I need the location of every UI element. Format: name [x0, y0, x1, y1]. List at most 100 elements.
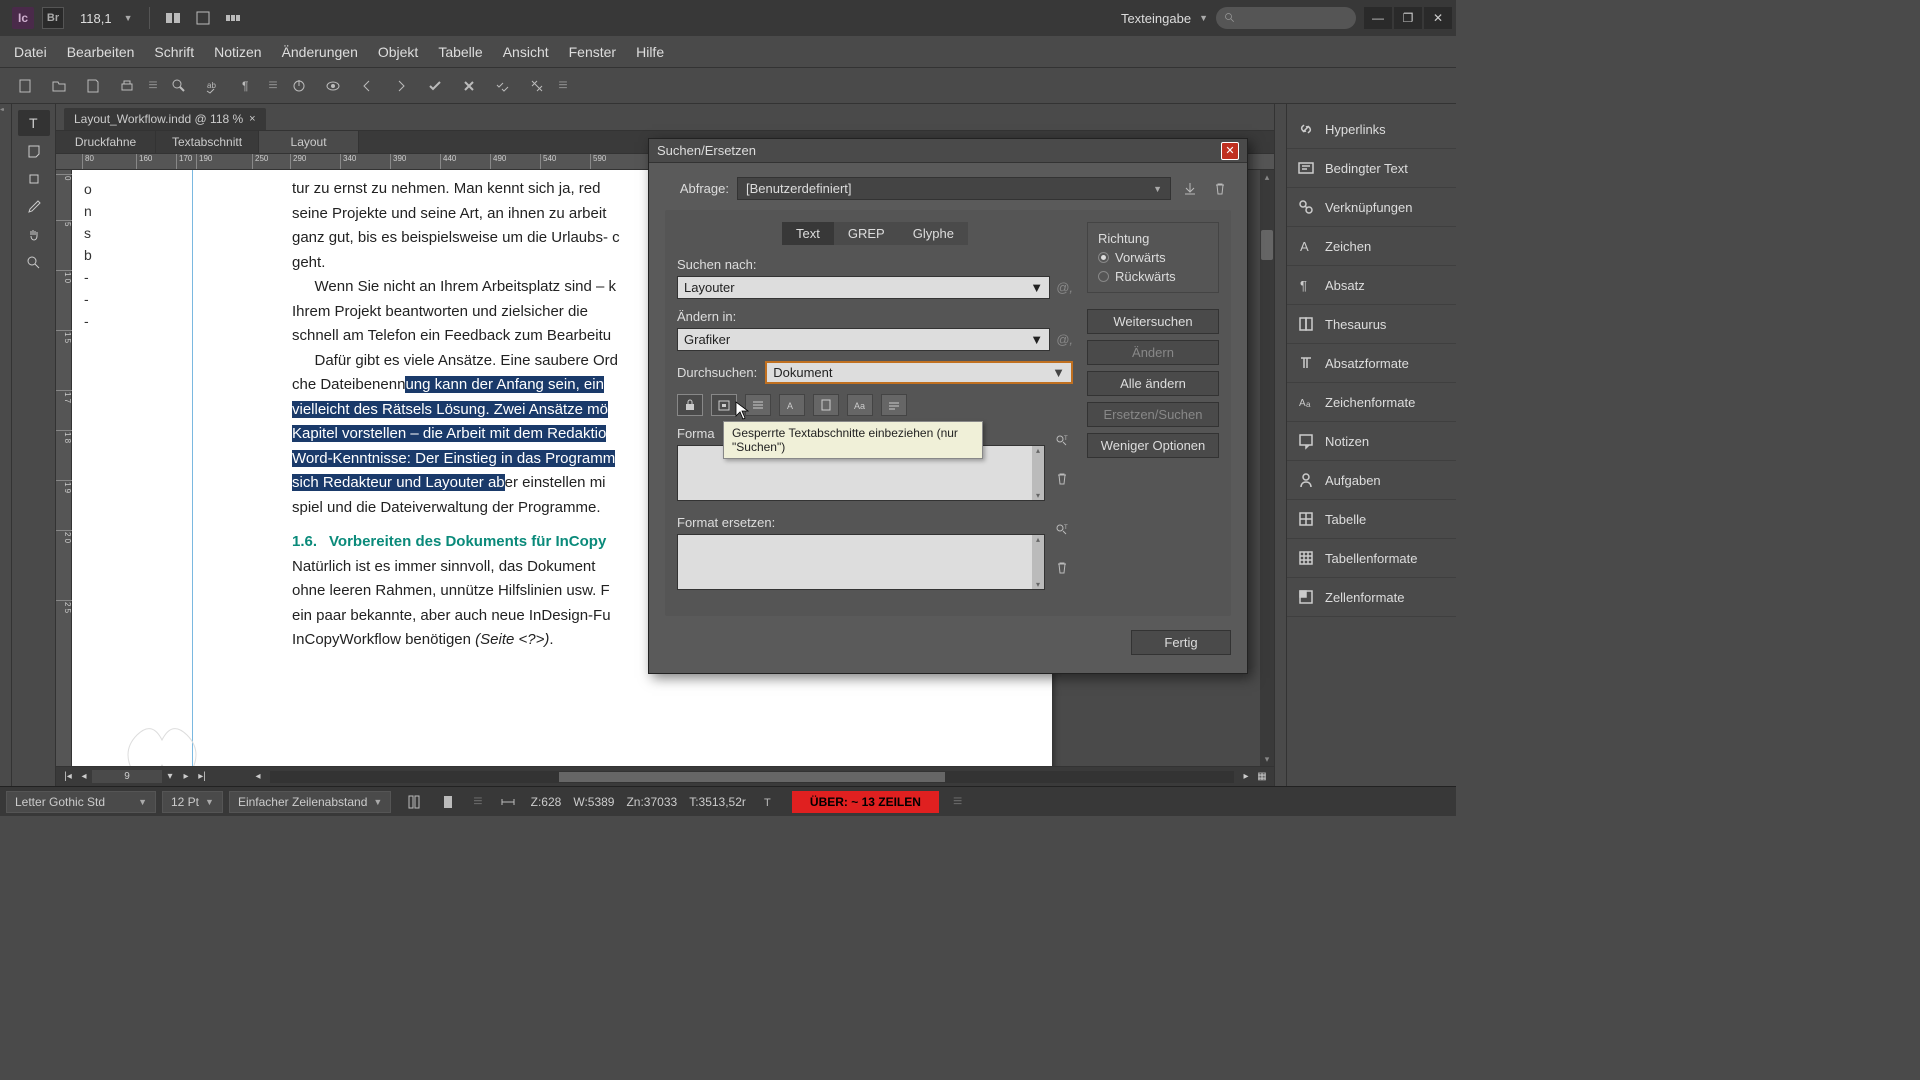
arrange-icon-2[interactable]	[192, 7, 214, 29]
depth-icon[interactable]	[435, 789, 461, 815]
position-tool-icon[interactable]	[18, 166, 50, 192]
menu-notizen[interactable]: Notizen	[204, 38, 271, 66]
save-icon[interactable]	[80, 73, 106, 99]
panel-verknuepfungen[interactable]: Verknüpfungen	[1287, 188, 1456, 227]
last-page-icon[interactable]: ▸|	[194, 771, 210, 782]
reject-all-icon[interactable]	[524, 73, 550, 99]
change-find-button[interactable]: Ersetzen/Suchen	[1087, 402, 1219, 427]
find-icon[interactable]	[166, 73, 192, 99]
prev-page-icon[interactable]: ◂	[76, 771, 92, 782]
h-scrollbar[interactable]	[270, 771, 1234, 783]
menu-bearbeiten[interactable]: Bearbeiten	[57, 38, 145, 66]
panels-collapse[interactable]	[1274, 104, 1286, 786]
hidden-chars-icon[interactable]: ¶	[234, 73, 260, 99]
menu-ansicht[interactable]: Ansicht	[493, 38, 559, 66]
scope-dropdown[interactable]: Dokument▼	[765, 361, 1073, 384]
print-icon[interactable]	[114, 73, 140, 99]
save-query-icon[interactable]	[1179, 178, 1201, 200]
opt-hidden-layers-icon[interactable]	[745, 394, 771, 416]
panel-absatzformate[interactable]: Absatzformate	[1287, 344, 1456, 383]
split-view-icon[interactable]: ▦	[1254, 771, 1270, 782]
specify-find-format-icon[interactable]: T	[1051, 430, 1073, 452]
close-button[interactable]: ✕	[1424, 7, 1452, 29]
clear-change-format-icon[interactable]	[1051, 557, 1073, 579]
opt-whole-word-icon[interactable]	[881, 394, 907, 416]
menu-schrift[interactable]: Schrift	[144, 38, 204, 66]
document-tab[interactable]: Layout_Workflow.indd @ 118 %×	[64, 108, 266, 130]
dialog-titlebar[interactable]: Suchen/Ersetzen ✕	[649, 139, 1247, 163]
arrange-icon-3[interactable]	[222, 7, 244, 29]
panel-tabellenformate[interactable]: Tabellenformate	[1287, 539, 1456, 578]
zoom-dropdown[interactable]: 118,1▼	[72, 7, 141, 30]
menu-datei[interactable]: Datei	[4, 38, 57, 66]
tab-text[interactable]: Text	[782, 222, 834, 245]
opt-master-pages-icon[interactable]: A	[779, 394, 805, 416]
change-button[interactable]: Ändern	[1087, 340, 1219, 365]
help-search[interactable]	[1216, 7, 1356, 29]
menu-hilfe[interactable]: Hilfe	[626, 38, 674, 66]
column-icon[interactable]	[401, 789, 427, 815]
tab-glyphe[interactable]: Glyphe	[899, 222, 968, 245]
eyedropper-tool-icon[interactable]	[18, 194, 50, 220]
minimize-button[interactable]: —	[1364, 7, 1392, 29]
view-tab-textabschnitt[interactable]: Textabschnitt	[156, 131, 259, 153]
view-tab-layout[interactable]: Layout	[259, 131, 359, 153]
panel-absatz[interactable]: ¶Absatz	[1287, 266, 1456, 305]
spell-icon[interactable]: ab	[200, 73, 226, 99]
next-icon[interactable]	[388, 73, 414, 99]
menu-objekt[interactable]: Objekt	[368, 38, 428, 66]
query-dropdown[interactable]: [Benutzerdefiniert]▼	[737, 177, 1171, 200]
leading-dropdown[interactable]: Einfacher Zeilenabstand▼	[229, 791, 391, 813]
opt-locked-layers-icon[interactable]	[677, 394, 703, 416]
panel-zellenformate[interactable]: Zellenformate	[1287, 578, 1456, 617]
tab-grep[interactable]: GREP	[834, 222, 899, 245]
accept-icon[interactable]	[422, 73, 448, 99]
page-number-field[interactable]: 9	[92, 770, 162, 783]
eye-icon[interactable]	[320, 73, 346, 99]
fit-icon[interactable]: T	[756, 789, 782, 815]
change-input[interactable]: Grafiker▼	[677, 328, 1050, 351]
menu-tabelle[interactable]: Tabelle	[428, 38, 492, 66]
find-next-button[interactable]: Weitersuchen	[1087, 309, 1219, 334]
type-tool-icon[interactable]: T	[18, 110, 50, 136]
specify-change-format-icon[interactable]: T	[1051, 519, 1073, 541]
menu-aenderungen[interactable]: Änderungen	[272, 38, 368, 66]
maximize-button[interactable]: ❐	[1394, 7, 1422, 29]
font-dropdown[interactable]: Letter Gothic Std▼	[6, 791, 156, 813]
open-icon[interactable]	[46, 73, 72, 99]
hand-tool-icon[interactable]	[18, 222, 50, 248]
note-tool-icon[interactable]	[18, 138, 50, 164]
panel-zeichenformate[interactable]: AaZeichenformate	[1287, 383, 1456, 422]
prev-icon[interactable]	[354, 73, 380, 99]
opt-footnotes-icon[interactable]	[813, 394, 839, 416]
special-find-icon[interactable]: @,	[1056, 280, 1073, 295]
accept-all-icon[interactable]	[490, 73, 516, 99]
reject-icon[interactable]	[456, 73, 482, 99]
next-page-icon[interactable]: ▸	[178, 771, 194, 782]
measure-icon[interactable]	[495, 789, 521, 815]
done-button[interactable]: Fertig	[1131, 630, 1231, 655]
arrange-icon-1[interactable]	[162, 7, 184, 29]
clear-find-format-icon[interactable]	[1051, 468, 1073, 490]
special-change-icon[interactable]: @,	[1056, 332, 1073, 347]
first-page-icon[interactable]: |◂	[60, 771, 76, 782]
panel-hyperlinks[interactable]: Hyperlinks	[1287, 110, 1456, 149]
panel-aufgaben[interactable]: Aufgaben	[1287, 461, 1456, 500]
find-input[interactable]: Layouter▼	[677, 276, 1050, 299]
view-tab-druckfahne[interactable]: Druckfahne	[56, 131, 156, 153]
bridge-icon[interactable]: Br	[42, 7, 64, 29]
tools-collapse[interactable]	[0, 104, 12, 786]
panel-tabelle[interactable]: Tabelle	[1287, 500, 1456, 539]
size-dropdown[interactable]: 12 Pt▼	[162, 791, 223, 813]
panel-zeichen[interactable]: AZeichen	[1287, 227, 1456, 266]
power-icon[interactable]	[286, 73, 312, 99]
workspace-dropdown[interactable]: Texteingabe▼	[1113, 7, 1216, 30]
dialog-close-icon[interactable]: ✕	[1221, 142, 1239, 160]
opt-locked-stories-icon[interactable]	[711, 394, 737, 416]
radio-forward[interactable]: Vorwärts	[1098, 250, 1208, 265]
zoom-tool-icon[interactable]	[18, 250, 50, 276]
fewer-options-button[interactable]: Weniger Optionen	[1087, 433, 1219, 458]
opt-case-icon[interactable]: Aa	[847, 394, 873, 416]
v-scrollbar[interactable]: ▴ ▾	[1260, 170, 1274, 766]
change-format-box[interactable]	[677, 534, 1045, 590]
